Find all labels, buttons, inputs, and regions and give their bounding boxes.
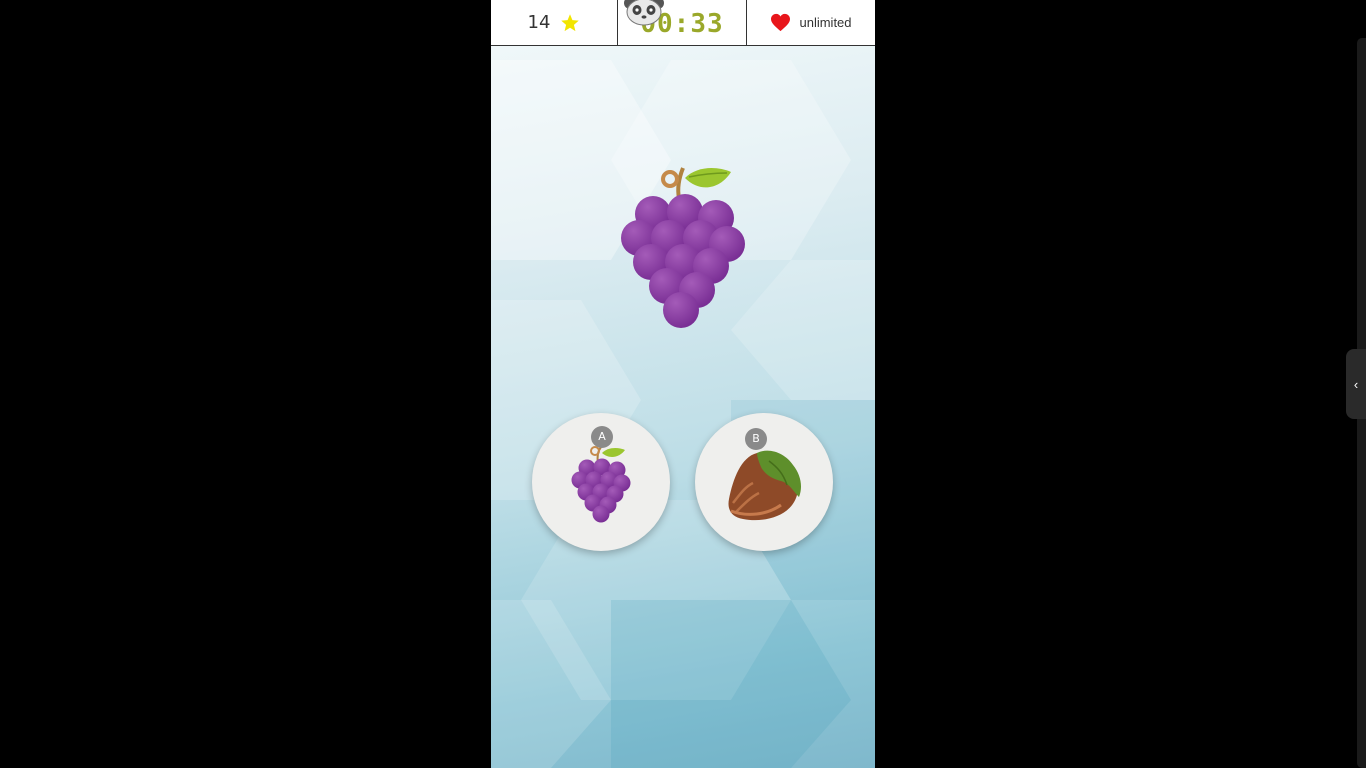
question-grapes-image: [621, 167, 745, 328]
score-display: 14: [491, 0, 618, 45]
star-icon: [561, 13, 580, 31]
choice-a-letter: A: [591, 426, 613, 448]
choice-a-button[interactable]: A: [532, 413, 670, 551]
grapes-icon: [571, 446, 631, 523]
timer-display: 00:33: [618, 0, 747, 45]
lives-display: unlimited: [747, 0, 875, 45]
chevron-left-icon: ‹: [1353, 376, 1359, 392]
choice-b-letter: B: [745, 428, 767, 450]
choice-b-button[interactable]: B: [695, 413, 833, 551]
lives-value: unlimited: [799, 15, 852, 30]
hazelnut-icon: [728, 450, 801, 521]
side-panel-toggle[interactable]: ‹: [1346, 349, 1366, 419]
background-pattern: [491, 60, 875, 768]
hud-bar: 14 00:33 unlimited: [491, 0, 875, 46]
heart-icon: [771, 13, 791, 32]
score-value: 14: [527, 12, 551, 33]
screen: ‹ 14 00:33 unlimited A B: [0, 0, 1366, 768]
game-area: 14 00:33 unlimited A B: [491, 0, 875, 768]
panda-icon: [624, 0, 664, 26]
